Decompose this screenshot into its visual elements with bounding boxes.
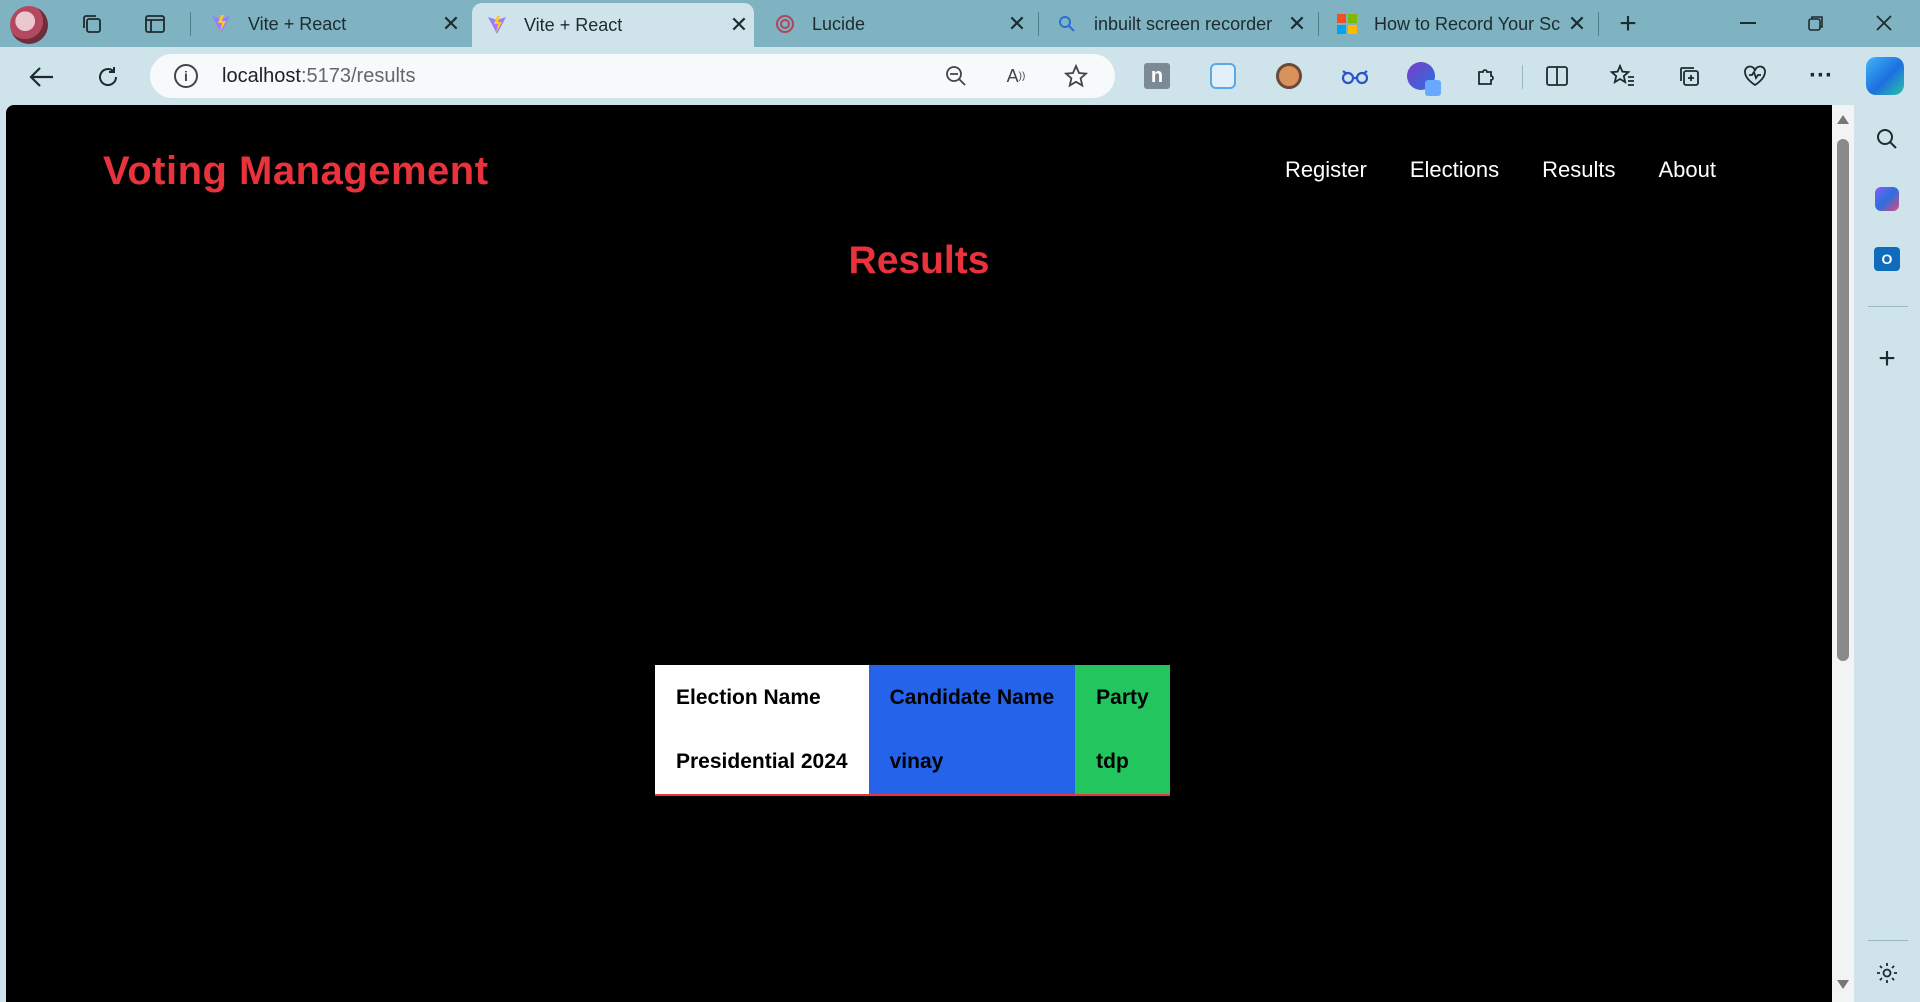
- microsoft-icon: [1336, 13, 1358, 35]
- browser-toolbar: i localhost:5173/results A)) n ···: [0, 47, 1920, 105]
- cell-candidate-name: vinay: [868, 730, 1076, 795]
- cell-election-name: Presidential 2024: [655, 730, 869, 795]
- browser-tab[interactable]: How to Record Your Sc ✕: [1322, 4, 1592, 44]
- more-options-icon[interactable]: ···: [1804, 59, 1838, 93]
- refresh-icon[interactable]: [88, 57, 128, 97]
- site-nav: Register Elections Results About: [1242, 157, 1716, 183]
- zoom-out-icon[interactable]: [942, 62, 970, 90]
- address-bar[interactable]: i localhost:5173/results A)): [150, 54, 1115, 98]
- workspaces-icon[interactable]: [74, 6, 110, 42]
- extension-pen-icon[interactable]: [1404, 59, 1441, 96]
- tab-title: Vite + React: [524, 14, 623, 35]
- site-info-icon[interactable]: i: [174, 64, 198, 88]
- browser-essentials-icon[interactable]: [1738, 59, 1772, 93]
- tab-title: Lucide: [812, 13, 866, 34]
- edge-sidebar: O +: [1854, 105, 1920, 1002]
- extensions-puzzle-icon[interactable]: [1470, 59, 1504, 93]
- site-brand[interactable]: Voting Management: [103, 149, 489, 194]
- scrollbar-thumb[interactable]: [1837, 139, 1849, 661]
- close-tab-icon[interactable]: ✕: [1002, 11, 1032, 37]
- tab-title: Vite + React: [248, 13, 347, 34]
- copilot-icon[interactable]: [1866, 57, 1904, 95]
- tab-actions-icon[interactable]: [137, 6, 173, 42]
- sidebar-add-icon[interactable]: +: [1871, 342, 1903, 375]
- sidebar-search-icon[interactable]: [1871, 123, 1903, 155]
- browser-tab-active[interactable]: Vite + React ✕: [472, 3, 754, 47]
- nav-link-about[interactable]: About: [1659, 157, 1717, 183]
- extension-face-icon[interactable]: [1272, 59, 1306, 93]
- extension-translate-icon[interactable]: [1206, 59, 1240, 93]
- page-scrollbar[interactable]: [1832, 105, 1854, 1002]
- tab-title: How to Record Your Sc: [1374, 13, 1561, 34]
- read-aloud-icon[interactable]: A)): [1002, 62, 1030, 90]
- restore-icon[interactable]: [1784, 0, 1848, 46]
- search-icon: [1056, 13, 1078, 35]
- close-tab-icon[interactable]: ✕: [724, 12, 754, 38]
- collections-icon[interactable]: [1672, 59, 1706, 93]
- favorites-icon[interactable]: [1606, 59, 1640, 93]
- minimize-icon[interactable]: [1716, 0, 1780, 46]
- header-election-name: Election Name: [655, 665, 869, 730]
- new-tab-icon[interactable]: +: [1610, 6, 1646, 42]
- close-window-icon[interactable]: [1852, 0, 1916, 46]
- close-tab-icon[interactable]: ✕: [1282, 11, 1312, 37]
- page-viewport: Voting Management Register Elections Res…: [6, 105, 1832, 1002]
- header-party: Party: [1075, 665, 1170, 730]
- extension-glasses-icon[interactable]: [1338, 59, 1372, 93]
- vite-icon: [486, 14, 508, 36]
- tab-strip: Vite + React ✕ Vite + React ✕ Lucide ✕ i…: [0, 0, 1920, 47]
- sidebar-copilot-icon[interactable]: [1871, 183, 1903, 215]
- sidebar-outlook-icon[interactable]: O: [1871, 243, 1903, 275]
- extension-n-icon[interactable]: n: [1140, 59, 1174, 93]
- close-tab-icon[interactable]: ✕: [436, 11, 466, 37]
- table-row: Presidential 2024 vinay tdp: [655, 730, 1170, 795]
- cell-party: tdp: [1075, 730, 1170, 795]
- url-host: localhost: [222, 65, 301, 87]
- tab-title: inbuilt screen recorder: [1094, 13, 1273, 34]
- browser-tab[interactable]: Vite + React ✕: [196, 4, 466, 44]
- url-path: :5173/results: [300, 65, 416, 87]
- header-candidate-name: Candidate Name: [868, 665, 1076, 730]
- nav-link-register[interactable]: Register: [1285, 157, 1367, 183]
- back-arrow-icon[interactable]: [22, 57, 62, 97]
- nav-link-results[interactable]: Results: [1542, 157, 1615, 183]
- results-table: Election Name Candidate Name Party Presi…: [655, 665, 1170, 796]
- page-title: Results: [848, 239, 990, 282]
- browser-tab[interactable]: inbuilt screen recorder ✕: [1042, 4, 1312, 44]
- split-screen-icon[interactable]: [1540, 59, 1574, 93]
- sidebar-settings-gear-icon[interactable]: [1871, 957, 1903, 989]
- nav-link-elections[interactable]: Elections: [1410, 157, 1499, 183]
- favorite-star-icon[interactable]: [1062, 62, 1090, 90]
- lucide-icon: [774, 13, 796, 35]
- close-tab-icon[interactable]: ✕: [1562, 11, 1592, 37]
- scroll-down-icon[interactable]: [1837, 980, 1849, 989]
- browser-tab[interactable]: Lucide ✕: [760, 4, 1032, 44]
- vite-icon: [210, 13, 232, 35]
- scroll-up-icon[interactable]: [1837, 115, 1849, 124]
- profile-avatar[interactable]: [10, 6, 48, 44]
- url-text[interactable]: localhost:5173/results: [222, 65, 415, 88]
- table-header-row: Election Name Candidate Name Party: [655, 665, 1170, 730]
